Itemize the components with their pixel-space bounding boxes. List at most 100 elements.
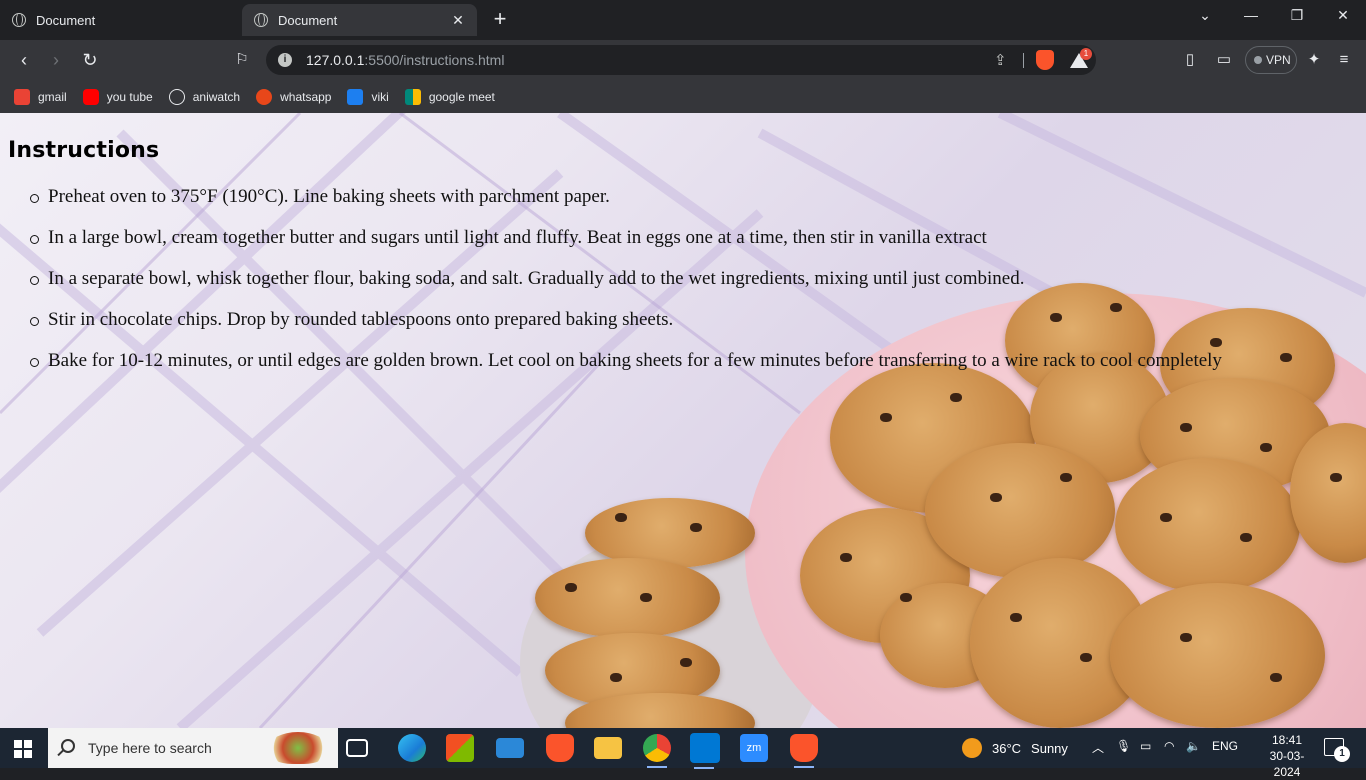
start-button[interactable] [14, 740, 32, 758]
chocolate-chip [690, 523, 702, 532]
restore-button[interactable]: ❐ [1274, 0, 1320, 30]
zoom-icon[interactable]: zm [740, 734, 768, 762]
close-window-button[interactable]: ✕ [1320, 0, 1366, 30]
bookmark-youtube[interactable]: you tube [82, 88, 153, 105]
wallet-icon[interactable]: ▭ [1214, 50, 1234, 70]
mail-icon[interactable] [496, 738, 524, 758]
bookmarks-bar: gmail you tube aniwatch whatsapp viki go… [0, 80, 1366, 113]
reload-button[interactable]: ↻ [78, 48, 102, 72]
brave-shields-icon[interactable] [1036, 50, 1054, 70]
clock-time: 18:41 [1271, 733, 1303, 747]
bookmark-viki[interactable]: viki [347, 88, 389, 105]
bookmark-page-icon[interactable]: ⚐ [230, 48, 254, 72]
chocolate-chip [880, 413, 892, 422]
bookmark-whatsapp[interactable]: whatsapp [256, 88, 331, 105]
chocolate-chip [900, 593, 912, 602]
minimize-button[interactable]: — [1228, 0, 1274, 30]
url-text[interactable]: 127.0.0.1:5500/instructions.html [306, 52, 504, 68]
chocolate-chip [565, 583, 577, 592]
search-placeholder: Type here to search [88, 740, 212, 756]
instructions-list: Preheat oven to 375°F (190°C). Line baki… [30, 183, 1222, 388]
page-content: Instructions Preheat oven to 375°F (190°… [0, 113, 1366, 728]
bookmark-aniwatch[interactable]: aniwatch [168, 88, 240, 105]
address-bar[interactable]: i 127.0.0.1:5500/instructions.html ⇪ 1 [266, 45, 1096, 75]
chocolate-chip [1010, 613, 1022, 622]
brave-browser-active-icon[interactable] [790, 734, 818, 768]
chocolate-chip [1270, 673, 1282, 682]
browser-toolbar: ‹ › ↻ ⚐ i 127.0.0.1:5500/instructions.ht… [0, 40, 1366, 80]
task-view-icon[interactable] [346, 739, 368, 757]
bookmark-gmail[interactable]: gmail [14, 88, 67, 105]
list-item: In a separate bowl, whisk together flour… [30, 265, 1222, 306]
chrome-icon[interactable] [643, 734, 671, 768]
site-info-icon[interactable]: i [278, 53, 292, 67]
show-hidden-icons-chevron-icon[interactable]: ︿ [1092, 739, 1104, 756]
microphone-icon[interactable]: 🎙 [1116, 739, 1131, 753]
vscode-icon[interactable] [690, 733, 720, 769]
globe-icon [12, 13, 26, 27]
tab-search-chevron-icon[interactable]: ⌄ [1182, 0, 1228, 30]
volume-icon[interactable]: 🔈 [1186, 739, 1201, 753]
clock[interactable]: 18:41 30-03-2024 [1258, 732, 1316, 780]
menu-icon[interactable]: ≡ [1334, 50, 1354, 70]
tab-label: Document [278, 12, 338, 28]
chocolate-chip [615, 513, 627, 522]
file-explorer-icon[interactable] [594, 737, 622, 759]
list-item: Preheat oven to 375°F (190°C). Line baki… [30, 183, 1222, 224]
weather-temp: 36°C [992, 740, 1022, 756]
chocolate-chip [840, 553, 852, 562]
chocolate-chip [1160, 513, 1172, 522]
page-title: Instructions [8, 138, 160, 163]
leo-ai-icon[interactable]: ✦ [1304, 50, 1324, 70]
cookie [925, 443, 1115, 578]
store-icon[interactable] [446, 734, 474, 762]
weather-widget[interactable]: 36°C Sunny [962, 738, 1068, 758]
taskbar-search-box[interactable]: Type here to search [48, 728, 338, 768]
vpn-button[interactable]: VPN [1245, 46, 1297, 74]
tab-document-inactive[interactable]: Document [0, 4, 240, 36]
language-indicator[interactable]: ENG [1212, 739, 1238, 753]
close-tab-icon[interactable]: ✕ [449, 11, 467, 29]
search-icon [61, 739, 75, 753]
bookmark-google-meet[interactable]: google meet [404, 88, 495, 105]
whatsapp-icon [256, 88, 273, 105]
viki-icon [347, 88, 364, 105]
search-highlight-image [268, 732, 328, 764]
back-button[interactable]: ‹ [12, 48, 36, 72]
notification-badge: 1 [1334, 746, 1350, 762]
sun-icon [962, 738, 982, 758]
chocolate-chip [610, 673, 622, 682]
windows-logo-icon [14, 740, 22, 748]
new-tab-button[interactable]: + [488, 8, 512, 32]
chocolate-chip [950, 393, 962, 402]
forward-button[interactable]: › [44, 48, 68, 72]
globe-icon [254, 13, 268, 27]
chocolate-chip [1330, 473, 1342, 482]
list-item: In a large bowl, cream together butter a… [30, 224, 1222, 265]
sidebar-icon[interactable]: ▯ [1180, 50, 1200, 70]
clock-date: 30-03-2024 [1269, 749, 1305, 779]
chocolate-chip [990, 493, 1002, 502]
cookie [535, 558, 720, 638]
chocolate-chip [680, 658, 692, 667]
cookie [1110, 583, 1325, 728]
chocolate-chip [1180, 633, 1192, 642]
chocolate-chip [1280, 353, 1292, 362]
taskbar: Type here to search zm 36°C Sunny ︿ 🎙 ▭ … [0, 728, 1366, 779]
battery-icon[interactable]: ▭ [1140, 739, 1151, 753]
edge-icon[interactable] [398, 734, 426, 762]
list-item: Stir in chocolate chips. Drop by rounded… [30, 306, 1222, 347]
chocolate-chip [1080, 653, 1092, 662]
tab-document-active[interactable]: Document ✕ [242, 4, 477, 36]
chocolate-chip [1240, 533, 1252, 542]
chocolate-chip [1060, 473, 1072, 482]
share-icon[interactable]: ⇪ [994, 51, 1007, 69]
chocolate-chip [1180, 423, 1192, 432]
brave-icon[interactable] [546, 734, 574, 762]
wifi-icon[interactable]: ◠ [1164, 739, 1174, 753]
list-item: Bake for 10-12 minutes, or until edges a… [30, 347, 1222, 388]
google-meet-icon [404, 88, 421, 105]
tab-label: Document [36, 12, 96, 28]
omnibox-divider [1023, 53, 1024, 68]
cookie [585, 498, 755, 568]
